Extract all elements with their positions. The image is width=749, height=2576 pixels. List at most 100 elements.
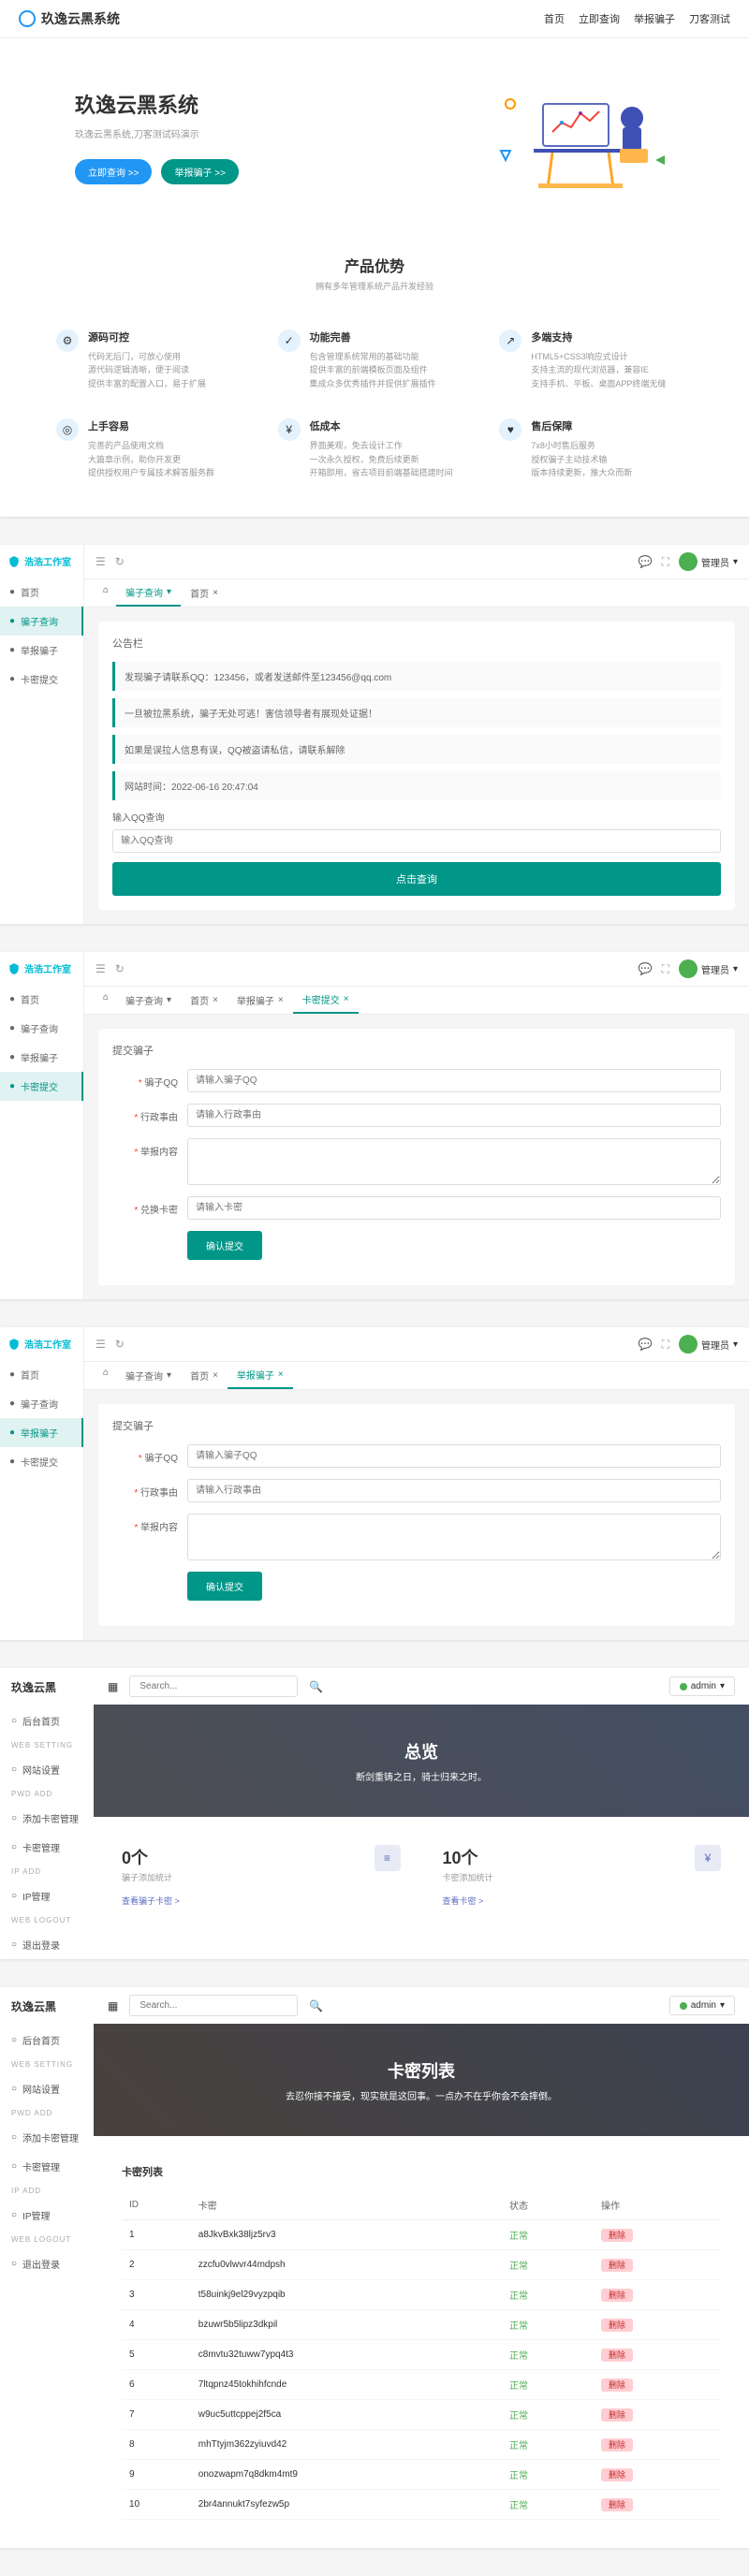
hero-title: 总览: [404, 1739, 438, 1764]
sidebar-item[interactable]: ○卡密管理: [0, 1833, 94, 1862]
user-menu[interactable]: 管理员▾: [679, 959, 738, 978]
menu-toggle-icon[interactable]: ☰: [95, 962, 106, 975]
delete-button[interactable]: 删除: [601, 2349, 633, 2362]
delete-button[interactable]: 删除: [601, 2438, 633, 2452]
content-textarea[interactable]: [187, 1138, 721, 1185]
reason-input[interactable]: [187, 1479, 721, 1502]
nav-report[interactable]: 举报骗子: [634, 11, 675, 26]
sidebar-item[interactable]: ○后台首页: [0, 1706, 94, 1735]
delete-button[interactable]: 删除: [601, 2259, 633, 2272]
feature-title: 源码可控: [88, 329, 206, 344]
delete-button[interactable]: 删除: [601, 2378, 633, 2392]
sidebar-report[interactable]: ●举报骗子: [0, 1418, 83, 1447]
submit-button[interactable]: 确认提交: [187, 1231, 262, 1260]
search-input[interactable]: [129, 1995, 298, 2016]
sidebar-query[interactable]: ●骗子查询: [0, 1389, 83, 1418]
fullscreen-icon[interactable]: ⛶: [662, 962, 669, 976]
nav-test[interactable]: 刀客测试: [689, 11, 730, 26]
refresh-icon[interactable]: ↻: [115, 962, 125, 975]
delete-button[interactable]: 删除: [601, 2408, 633, 2422]
tab-card[interactable]: 卡密提交×: [293, 987, 359, 1014]
nav-query[interactable]: 立即查询: [579, 11, 620, 26]
tab-home-icon[interactable]: ⌂: [95, 987, 116, 1014]
content-textarea[interactable]: [187, 1514, 721, 1560]
feature-line: 提供丰富的前端模板页面及组件: [310, 363, 436, 376]
sidebar-query[interactable]: ●骗子查询: [0, 607, 83, 636]
menu-icon[interactable]: ▦: [108, 1680, 118, 1693]
tab-home-icon[interactable]: ⌂: [95, 579, 116, 607]
sidebar-item[interactable]: ○添加卡密管理: [0, 1804, 94, 1833]
reason-input[interactable]: [187, 1104, 721, 1127]
message-icon[interactable]: 💬: [639, 962, 653, 975]
sidebar-item[interactable]: ○退出登录: [0, 2249, 94, 2278]
stat-link[interactable]: 查看卡密 >: [443, 1895, 722, 1907]
sidebar-card[interactable]: ●卡密提交: [0, 1072, 83, 1101]
report-button[interactable]: 举报骗子 >>: [161, 159, 238, 184]
sidebar-item[interactable]: ○后台首页: [0, 2026, 94, 2055]
nav-home[interactable]: 首页: [544, 11, 565, 26]
user-menu[interactable]: admin▾: [669, 1676, 735, 1696]
cell-action: 删除: [594, 2220, 721, 2250]
search-input[interactable]: [129, 1676, 298, 1697]
tab-home[interactable]: 首页×: [181, 987, 228, 1014]
delete-button[interactable]: 删除: [601, 2319, 633, 2332]
sidebar-section: WEB SETTING: [0, 2055, 94, 2074]
close-icon[interactable]: ×: [213, 588, 218, 598]
delete-button[interactable]: 删除: [601, 2468, 633, 2481]
qq-input[interactable]: [187, 1444, 721, 1468]
tab-query[interactable]: 骗子查询▾: [116, 1362, 181, 1389]
submit-button[interactable]: 确认提交: [187, 1572, 262, 1601]
user-menu[interactable]: 管理员▾: [679, 552, 738, 571]
feature-line: 集成众多优秀插件并提供扩展插件: [310, 377, 436, 390]
sidebar-home[interactable]: ●首页: [0, 1360, 83, 1389]
query-button[interactable]: 立即查询 >>: [75, 159, 152, 184]
refresh-icon[interactable]: ↻: [115, 555, 125, 568]
message-icon[interactable]: 💬: [639, 555, 653, 568]
sidebar-item[interactable]: ○添加卡密管理: [0, 2123, 94, 2152]
tab-query[interactable]: 骗子查询▾: [116, 579, 181, 607]
delete-button[interactable]: 删除: [601, 2289, 633, 2302]
sidebar-home[interactable]: ●首页: [0, 985, 83, 1014]
sidebar-item[interactable]: ○IP管理: [0, 2201, 94, 2230]
feature-title: 低成本: [310, 418, 453, 433]
km-input[interactable]: [187, 1196, 721, 1220]
menu-toggle-icon[interactable]: ☰: [95, 1338, 106, 1351]
tab-report[interactable]: 举报骗子×: [228, 1362, 293, 1389]
fullscreen-icon[interactable]: ⛶: [662, 555, 669, 569]
delete-button[interactable]: 删除: [601, 2229, 633, 2242]
tab-query[interactable]: 骗子查询▾: [116, 987, 181, 1014]
tab-home[interactable]: 首页×: [181, 579, 228, 607]
fullscreen-icon[interactable]: ⛶: [662, 1338, 669, 1352]
search-button[interactable]: 点击查询: [112, 862, 721, 896]
tab-home[interactable]: 首页×: [181, 1362, 228, 1389]
menu-toggle-icon[interactable]: ☰: [95, 555, 106, 568]
sidebar-item[interactable]: ○网站设置: [0, 2074, 94, 2103]
user-menu[interactable]: admin▾: [669, 1996, 735, 2015]
qq-search-input[interactable]: [112, 829, 721, 853]
sidebar-item[interactable]: ○退出登录: [0, 1930, 94, 1959]
table-header: 操作: [594, 2190, 721, 2220]
stat-link[interactable]: 查看骗子卡密 >: [122, 1895, 401, 1907]
sidebar-report[interactable]: ●举报骗子: [0, 636, 83, 665]
refresh-icon[interactable]: ↻: [115, 1338, 125, 1351]
tab-home-icon[interactable]: ⌂: [95, 1362, 116, 1389]
tab-report[interactable]: 举报骗子×: [228, 987, 293, 1014]
table-row: 4 bzuwr5b5lipz3dkpil 正常 删除: [122, 2310, 721, 2340]
qq-input[interactable]: [187, 1069, 721, 1092]
sidebar-query[interactable]: ●骗子查询: [0, 1014, 83, 1043]
search-icon[interactable]: 🔍: [309, 1999, 323, 2012]
sidebar-report[interactable]: ●举报骗子: [0, 1043, 83, 1072]
user-menu[interactable]: 管理员▾: [679, 1335, 738, 1354]
sidebar-home[interactable]: ●首页: [0, 578, 83, 607]
sidebar-item[interactable]: ○卡密管理: [0, 2152, 94, 2181]
sidebar-item[interactable]: ○网站设置: [0, 1755, 94, 1784]
sidebar-card[interactable]: ●卡密提交: [0, 1447, 83, 1476]
notice-1: 发现骗子请联系QQ：123456，或者发送邮件至123456@qq.com: [112, 662, 721, 691]
menu-icon[interactable]: ▦: [108, 1999, 118, 2012]
sidebar-card[interactable]: ●卡密提交: [0, 665, 83, 694]
sidebar-item[interactable]: ○IP管理: [0, 1881, 94, 1910]
delete-button[interactable]: 删除: [601, 2498, 633, 2511]
search-icon[interactable]: 🔍: [309, 1680, 323, 1693]
message-icon[interactable]: 💬: [639, 1338, 653, 1351]
cell-km: 2br4annukt7syfezw5p: [191, 2490, 502, 2520]
